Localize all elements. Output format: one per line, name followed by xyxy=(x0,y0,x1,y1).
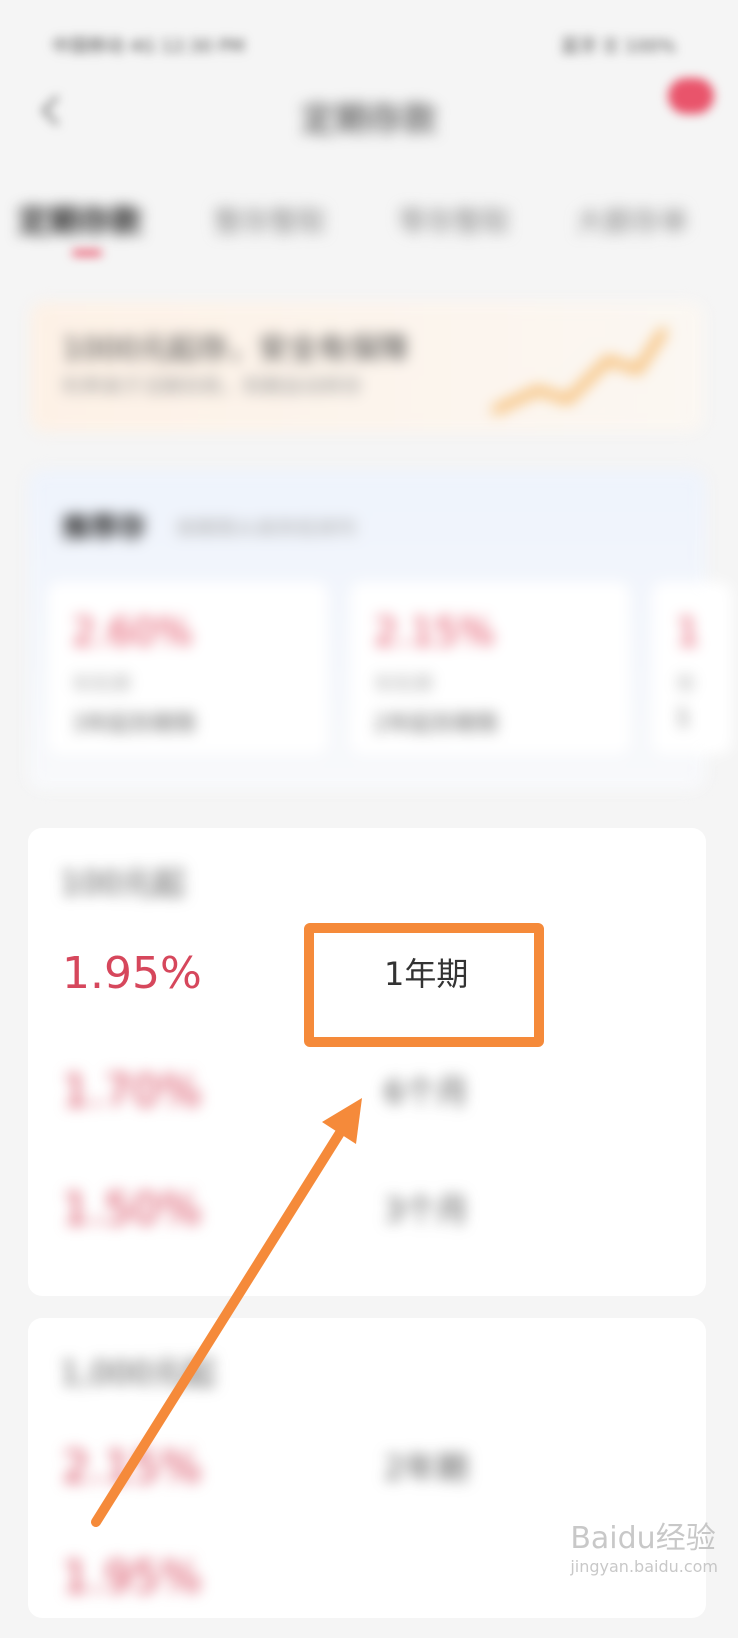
watermark-url: jingyan.baidu.com xyxy=(570,1557,718,1576)
pointer-arrow-icon xyxy=(91,1098,362,1527)
watermark-logo: Baidu经验 jingyan.baidu.com xyxy=(570,1513,718,1576)
watermark-brand: Baidu经验 xyxy=(570,1521,716,1556)
